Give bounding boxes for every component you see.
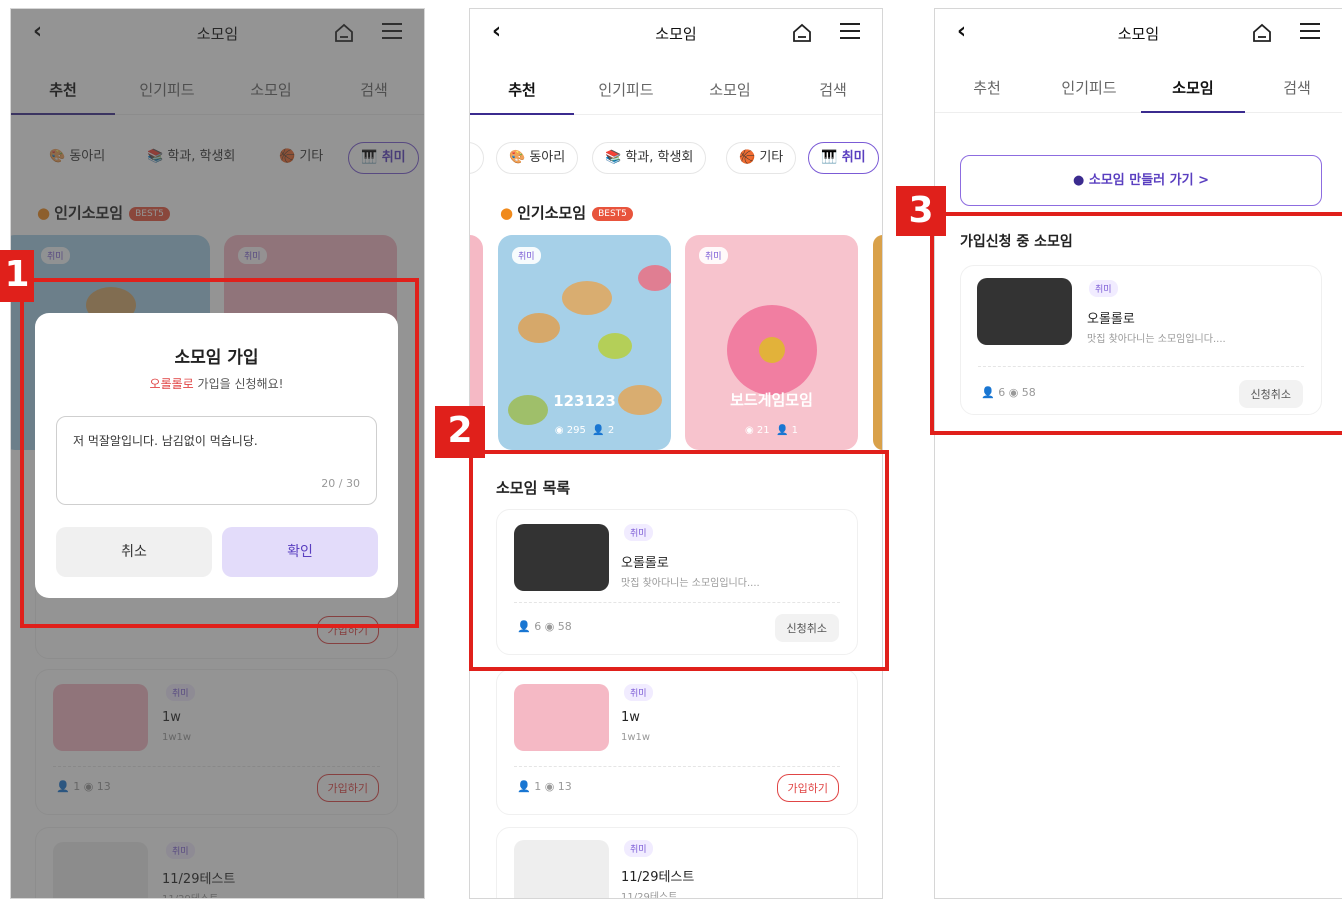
chip-club[interactable]: 🎨 동아리 <box>496 142 579 174</box>
popular-card[interactable]: 취미 123123 ◉ 295 👤 2 <box>498 235 671 450</box>
palette-icon: 🎨 <box>509 150 526 165</box>
menu-icon[interactable] <box>840 23 860 41</box>
highlight-box-3 <box>930 212 1342 435</box>
highlight-box-2 <box>469 450 889 671</box>
marker-2: 2 <box>435 406 485 458</box>
screen-groups: ‹ 소모임 추천 인기피드 소모임 검색 ● 소모임 만들러 가기 > 가입신청… <box>934 8 1342 899</box>
menu-icon[interactable] <box>1300 23 1320 41</box>
tab-groups[interactable]: 소모임 <box>678 79 782 100</box>
page-title: 소모임 <box>655 25 697 43</box>
top-bar: ‹ 소모임 <box>470 9 882 57</box>
tab-bar: 추천 인기피드 소모임 검색 <box>470 67 882 115</box>
basketball-icon: 🏀 <box>739 150 756 165</box>
chip-etc[interactable]: 🏀 기타 <box>726 142 797 174</box>
tab-popular-feed[interactable]: 인기피드 <box>1037 77 1141 98</box>
chip-hobby[interactable]: 🎹 취미 <box>808 142 879 174</box>
tab-search[interactable]: 검색 <box>1245 77 1342 98</box>
flame-icon: ● <box>500 204 514 222</box>
highlight-box-1 <box>20 278 419 628</box>
tab-recommend[interactable]: 추천 <box>470 79 574 100</box>
join-button[interactable]: 가입하기 <box>776 774 839 802</box>
tab-groups[interactable]: 소모임 <box>1141 77 1245 98</box>
page-title: 소모임 <box>1117 25 1160 43</box>
globe-icon: ● <box>1072 173 1085 188</box>
category-chips: 🎨 동아리 📚 학과, 학생회 🏀 기타 🎹 취미 <box>470 142 882 176</box>
books-icon: 📚 <box>605 150 622 165</box>
tab-search[interactable]: 검색 <box>781 79 882 100</box>
tab-bar: 추천 인기피드 소모임 검색 <box>935 65 1342 113</box>
home-icon[interactable] <box>1252 23 1272 43</box>
marker-1: 1 <box>0 250 34 302</box>
home-icon[interactable] <box>792 23 812 43</box>
chip-department[interactable]: 📚 학과, 학생회 <box>592 142 707 174</box>
create-group-button[interactable]: ● 소모임 만들러 가기 > <box>960 155 1322 206</box>
list-item[interactable]: 취미 1w 1w1w 👤 1 ◉ 13 가입하기 <box>496 669 858 815</box>
popular-card[interactable]: 취미 보드게임모임 ◉ 21 👤 1 <box>685 235 858 450</box>
best-badge: BEST5 <box>592 207 633 221</box>
tab-popular-feed[interactable]: 인기피드 <box>574 79 678 100</box>
popular-title: ●인기소모임BEST5 <box>500 202 633 223</box>
tab-recommend[interactable]: 추천 <box>935 77 1039 98</box>
top-bar: ‹ 소모임 <box>935 9 1342 57</box>
list-item[interactable]: 취미 11/29테스트 11/29테스트 <box>496 827 858 898</box>
marker-3: 3 <box>896 186 946 236</box>
piano-icon: 🎹 <box>821 150 838 165</box>
